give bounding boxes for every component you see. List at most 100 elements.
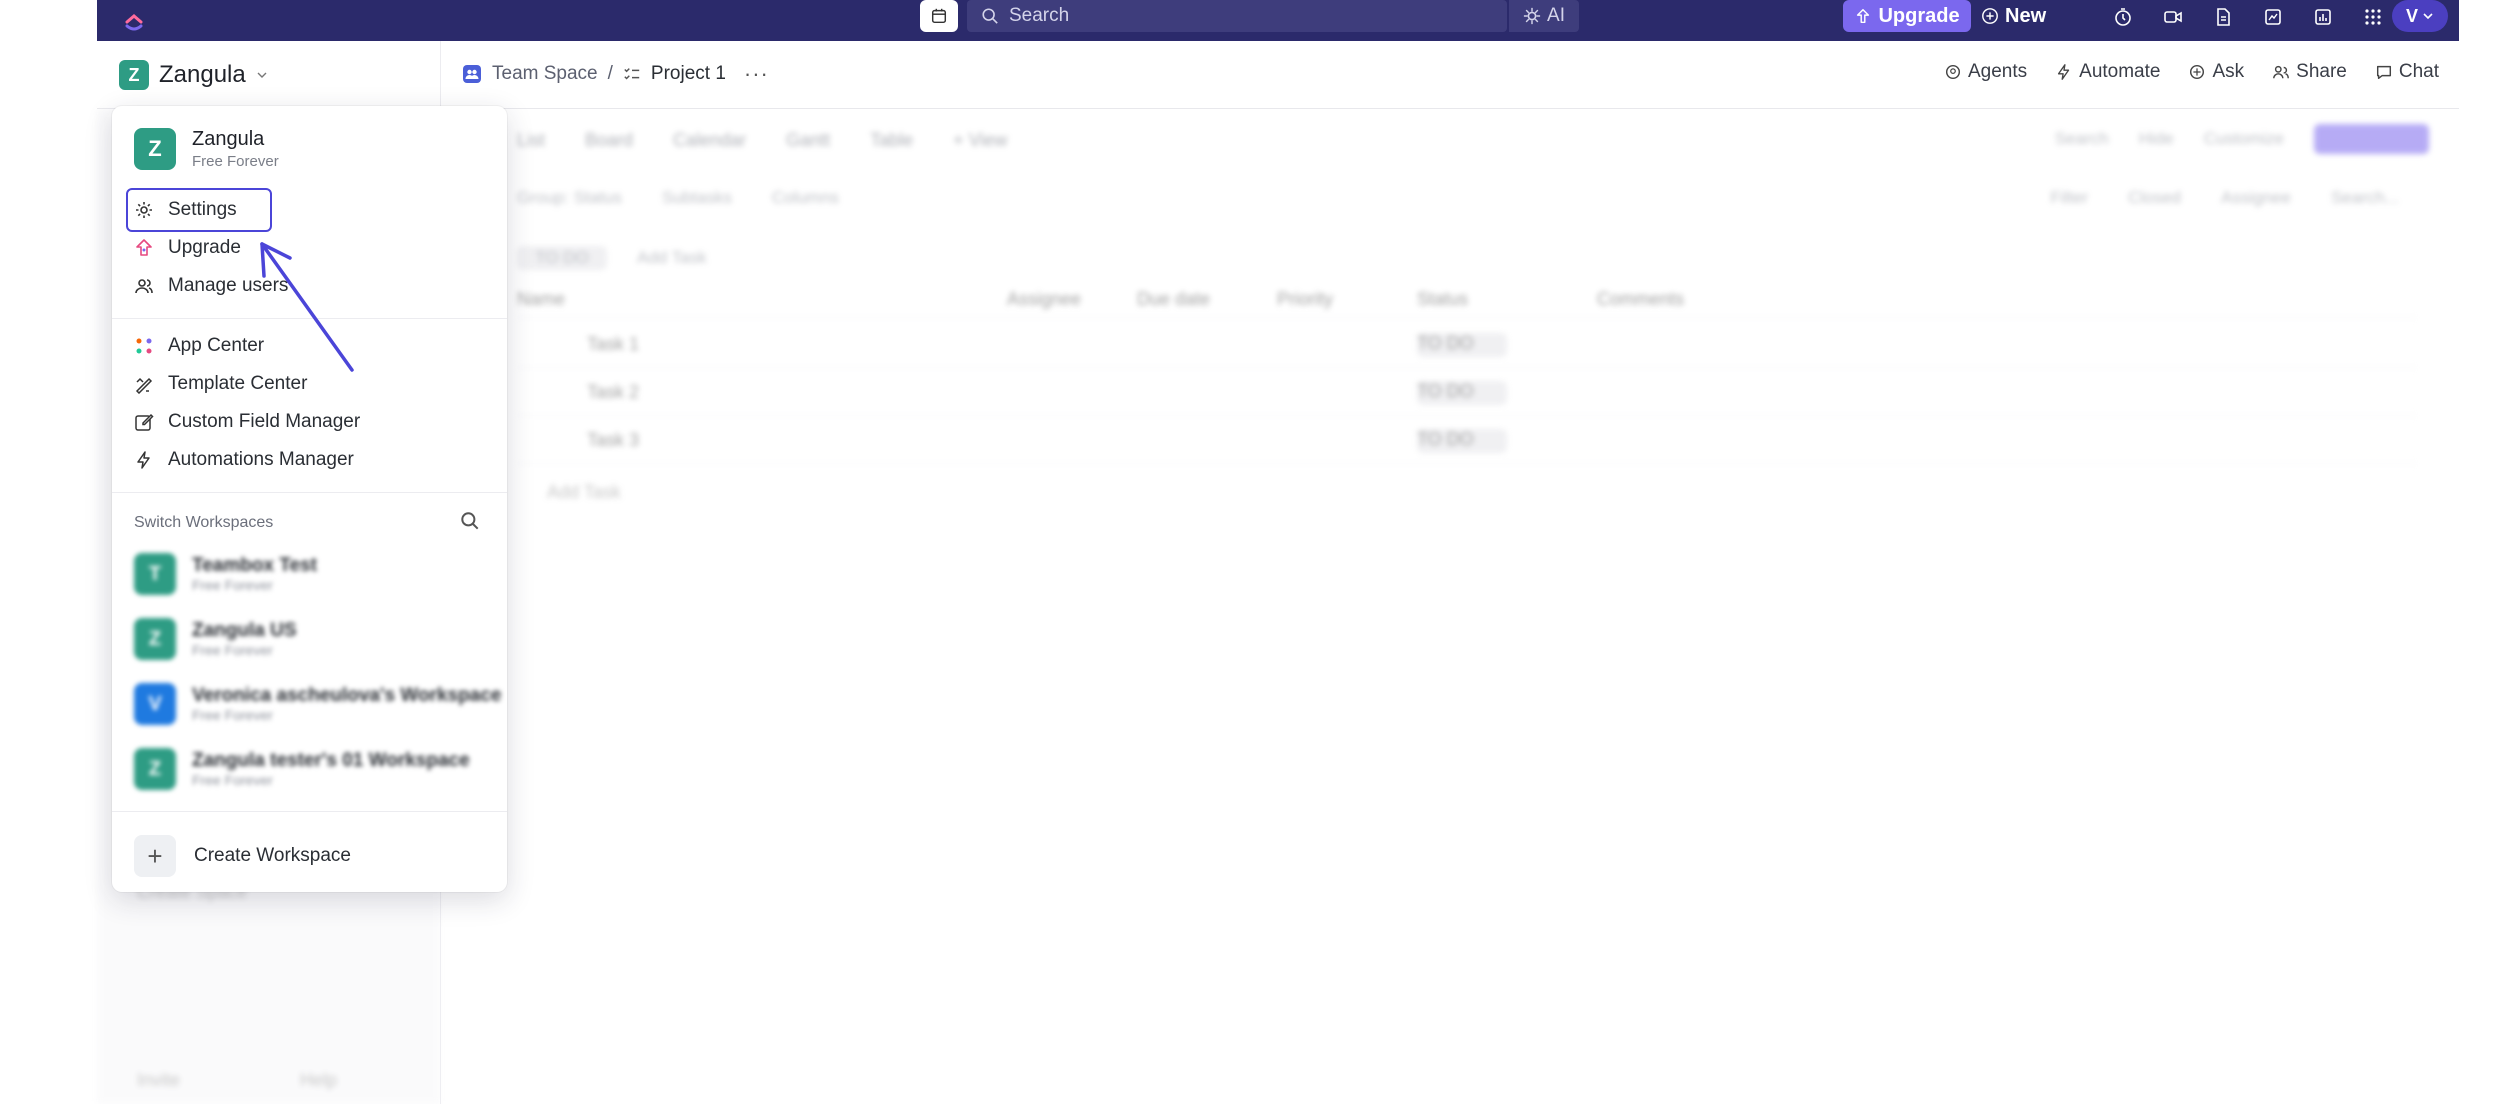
- user-avatar[interactable]: V: [2392, 0, 2448, 32]
- ai-button[interactable]: AI: [1509, 0, 1579, 32]
- apps-grid-icon[interactable]: [2360, 4, 2386, 30]
- view-tab[interactable]: Calendar: [673, 130, 746, 151]
- top-bar: Search AI Upgrade New V: [97, 0, 2459, 41]
- task-name[interactable]: Task 3: [587, 430, 639, 451]
- workspace-option-badge: Z: [134, 748, 176, 790]
- upgrade-button[interactable]: Upgrade: [1843, 0, 1971, 32]
- global-search-bar[interactable]: Search: [967, 0, 1507, 32]
- menu-item-settings[interactable]: Settings: [134, 195, 237, 225]
- timer-icon[interactable]: [2110, 4, 2136, 30]
- sub-tool[interactable]: Filter: [2050, 188, 2088, 208]
- dashboard-icon[interactable]: [2310, 4, 2336, 30]
- share-button[interactable]: Share: [2272, 61, 2347, 83]
- sidebar-footer: Invite Help: [137, 1070, 337, 1091]
- task-name[interactable]: Task 1: [587, 334, 639, 355]
- task-status[interactable]: TO DO: [1417, 380, 1507, 405]
- view-tab[interactable]: + View: [953, 130, 1007, 151]
- view-tab[interactable]: Board: [585, 130, 633, 151]
- calendar-icon: [931, 8, 947, 24]
- breadcrumb-space[interactable]: Team Space: [492, 63, 598, 85]
- add-task-button[interactable]: [2314, 124, 2429, 154]
- current-workspace-name: Zangula: [192, 128, 265, 150]
- menu-item-template-center[interactable]: Template Center: [134, 369, 307, 399]
- logo-icon[interactable]: [119, 4, 149, 34]
- create-workspace-button[interactable]: + Create Workspace: [134, 835, 351, 877]
- new-label: New: [2005, 4, 2047, 27]
- menu-divider: [112, 811, 507, 812]
- more-options-icon[interactable]: ···: [744, 61, 769, 87]
- view-tab[interactable]: Gantt: [786, 130, 830, 151]
- switch-workspaces-title: Switch Workspaces: [134, 514, 274, 531]
- workspace-option-name: Zangula US: [192, 620, 297, 641]
- add-task-row[interactable]: Add Task: [547, 482, 621, 503]
- view-tool[interactable]: Customize: [2204, 129, 2284, 149]
- menu-item-manage-users[interactable]: Manage users: [134, 271, 288, 301]
- automate-button[interactable]: Automate: [2055, 61, 2160, 83]
- task-status[interactable]: TO DO: [1417, 428, 1507, 453]
- chat-button[interactable]: Chat: [2375, 61, 2439, 83]
- menu-item-label: Upgrade: [168, 237, 241, 258]
- sub-tool[interactable]: Closed: [2128, 188, 2181, 208]
- app-center-icon: [136, 338, 152, 354]
- workspace-option[interactable]: V Veronica ascheulova's Workspace Free F…: [134, 683, 501, 725]
- edit-field-icon: [135, 413, 154, 431]
- menu-divider: [112, 318, 507, 319]
- template-icon: [135, 377, 153, 394]
- workspace-option-plan: Free Forever: [192, 707, 273, 723]
- chat-label: Chat: [2398, 61, 2439, 82]
- avatar-initial: V: [2405, 5, 2418, 26]
- calendar-button[interactable]: [920, 0, 958, 32]
- breadcrumb-project[interactable]: Project 1: [651, 63, 726, 85]
- view-tab[interactable]: List: [517, 130, 545, 151]
- upgrade-icon: [1857, 8, 1870, 24]
- task-name[interactable]: Task 2: [587, 382, 639, 403]
- column-headers: Name Assignee Due date Priority Status C…: [517, 282, 2417, 318]
- search-icon[interactable]: [459, 510, 481, 532]
- new-button[interactable]: New: [1981, 0, 2059, 32]
- view-tabs: List Board Calendar Gantt Table + View: [517, 130, 1007, 151]
- view-tab[interactable]: Table: [870, 130, 913, 151]
- upgrade-icon: [136, 239, 152, 256]
- breadcrumb: Team Space / Project 1 ···: [462, 61, 769, 87]
- ask-label: Ask: [2212, 61, 2245, 82]
- sub-tool[interactable]: Group: Status: [517, 188, 622, 208]
- ai-label: AI: [1547, 5, 1565, 26]
- page-header: Z Zangula Team Space / Project 1 ··· Age…: [97, 41, 2459, 109]
- sub-tool[interactable]: Columns: [772, 188, 839, 208]
- group-header: TO DO Add Task: [517, 246, 707, 270]
- whiteboard-icon[interactable]: [2260, 4, 2286, 30]
- menu-item-app-center[interactable]: App Center: [134, 331, 264, 361]
- table-row[interactable]: Task 1 TO DO: [517, 322, 2417, 368]
- workspace-option[interactable]: Z Zangula tester's 01 Workspace Free For…: [134, 748, 470, 790]
- agents-button[interactable]: Agents: [1944, 61, 2027, 83]
- menu-item-automations-manager[interactable]: Automations Manager: [134, 445, 354, 475]
- automate-label: Automate: [2079, 61, 2161, 82]
- table-row[interactable]: Task 3 TO DO: [517, 418, 2417, 464]
- share-icon: [2273, 65, 2290, 79]
- view-tool[interactable]: Search: [2055, 129, 2109, 149]
- users-icon: [135, 279, 153, 294]
- task-status[interactable]: TO DO: [1417, 332, 1507, 357]
- sub-tool[interactable]: Search...: [2331, 188, 2399, 208]
- table-row[interactable]: Task 2 TO DO: [517, 370, 2417, 416]
- ask-button[interactable]: Ask: [2188, 61, 2244, 83]
- workspace-option-name: Veronica ascheulova's Workspace: [192, 685, 502, 706]
- menu-item-label: Template Center: [168, 373, 308, 394]
- video-icon[interactable]: [2160, 4, 2186, 30]
- menu-item-custom-field-manager[interactable]: Custom Field Manager: [134, 407, 360, 437]
- share-label: Share: [2296, 61, 2347, 82]
- workspace-option-plan: Free Forever: [192, 642, 273, 658]
- sub-tool[interactable]: Assignee: [2221, 188, 2291, 208]
- workspace-option[interactable]: Z Zangula US Free Forever: [134, 618, 297, 660]
- help-button[interactable]: Help: [300, 1070, 337, 1091]
- document-icon[interactable]: [2210, 4, 2236, 30]
- group-add-task[interactable]: Add Task: [637, 248, 707, 268]
- view-tool[interactable]: Hide: [2139, 129, 2174, 149]
- workspace-switcher-button[interactable]: Z Zangula: [119, 55, 268, 95]
- workspace-option[interactable]: T Teambox Test Free Forever: [134, 553, 317, 595]
- sub-tool[interactable]: Subtasks: [662, 188, 732, 208]
- menu-item-upgrade[interactable]: Upgrade: [134, 233, 241, 263]
- menu-item-label: Custom Field Manager: [168, 411, 361, 432]
- invite-button[interactable]: Invite: [137, 1070, 180, 1091]
- column-header: Assignee: [1007, 289, 1082, 309]
